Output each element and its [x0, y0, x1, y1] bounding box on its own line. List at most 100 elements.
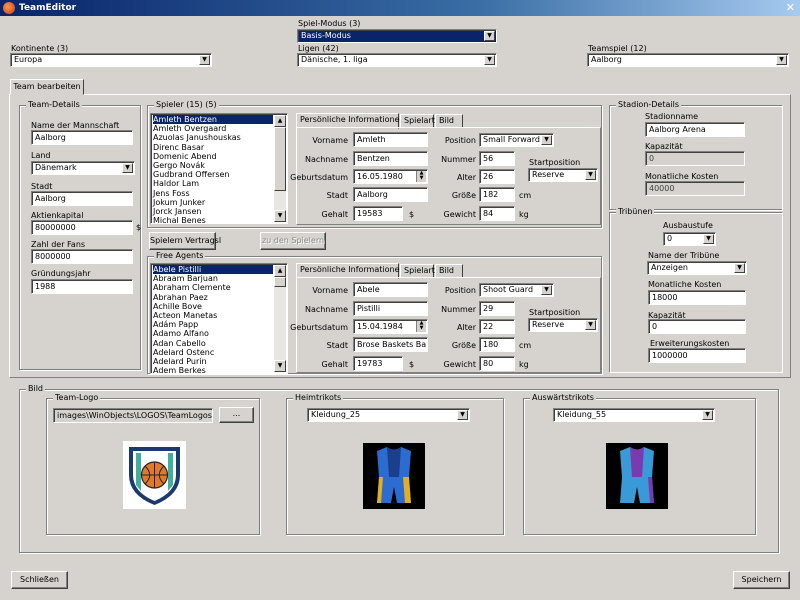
player-age-field[interactable]: 26 [479, 169, 515, 184]
city-field[interactable]: Aalborg [31, 191, 133, 206]
scroll-up-icon[interactable]: ▲ [274, 115, 286, 127]
list-item[interactable]: Adamo Alfano [153, 329, 273, 338]
player-city-field[interactable]: Aalborg [353, 187, 428, 202]
list-item[interactable]: Jorck Jansen [153, 207, 273, 216]
players-title: Spieler (15) (5) [154, 100, 219, 109]
agent-position-select[interactable]: Shoot Guard ▼ [479, 283, 554, 297]
window-titlebar[interactable]: TeamEditor [0, 0, 800, 16]
browse-logo-button[interactable]: ... [219, 407, 254, 423]
scroll-up-icon[interactable]: ▲ [274, 265, 286, 277]
release-player-button[interactable]: Spielern Vertragsl [149, 232, 221, 250]
tab-play-style[interactable]: Spielart [400, 264, 435, 278]
list-item[interactable]: Gergo Novák [153, 161, 273, 170]
tab-picture[interactable]: Bild [435, 264, 463, 278]
player-number-field[interactable]: 56 [479, 151, 515, 166]
list-item[interactable]: Abraam Barjuan [153, 274, 273, 283]
country-select[interactable]: Dänemark ▼ [31, 161, 135, 175]
agent-firstname-field[interactable]: Abele [353, 282, 428, 297]
list-item[interactable]: Michal Benes [153, 216, 273, 223]
players-list[interactable]: Amleth Bentzen Amleth Overgaard Azuolas Ja… [150, 113, 288, 224]
to-players-button[interactable]: zu den Spielern [260, 232, 326, 250]
agent-weight-field[interactable]: 80 [479, 356, 515, 371]
agent-startpos-select[interactable]: Reserve ▼ [528, 318, 598, 332]
list-item[interactable]: Adám Papp [153, 320, 273, 329]
agent-age-field[interactable]: 22 [479, 319, 515, 334]
agent-lastname-field[interactable]: Pistilli [353, 301, 428, 316]
fans-field[interactable]: 8000000 [31, 249, 133, 264]
list-item[interactable]: Abele Pistilli [153, 265, 273, 275]
date-spinner-icon[interactable]: ▲ ▼ [416, 321, 426, 332]
players-scrollbar[interactable]: ▲ ▼ [274, 115, 286, 222]
close-button[interactable]: Schließen [11, 571, 68, 589]
list-item[interactable]: Adelard Purin [153, 357, 273, 366]
jersey-icon [377, 447, 411, 503]
team-logo [123, 441, 186, 509]
players-list-items: Amleth Bentzen Amleth Overgaard Azuolas Ja… [153, 115, 273, 223]
list-item[interactable]: Adan Cabello [153, 339, 273, 348]
chevron-down-icon: ▼ [484, 31, 495, 41]
tab-team-bearbeiten[interactable]: Team bearbeiten [10, 79, 84, 95]
player-startpos-label: Startposition [529, 158, 581, 167]
player-position-select[interactable]: Small Forward ▼ [479, 133, 554, 147]
stand-name-select[interactable]: Anzeigen ▼ [647, 261, 747, 275]
player-weight-field[interactable]: 84 [479, 206, 515, 221]
free-agents-list[interactable]: Abele Pistilli Abraam Barjuan Abraham Clem… [150, 263, 288, 374]
leagues-select[interactable]: Dänische, 1. liga ▼ [297, 53, 497, 67]
scroll-thumb[interactable] [274, 127, 286, 191]
list-item[interactable]: Abrahan Paez [153, 293, 273, 302]
chevron-down-icon: ▼ [541, 285, 552, 295]
player-salary-label: Gehalt [321, 210, 348, 219]
list-item[interactable]: Amleth Bentzen [153, 115, 273, 125]
agent-salary-field[interactable]: 19783 [353, 356, 403, 371]
stand-capacity-field[interactable]: 0 [648, 319, 746, 334]
continents-select[interactable]: Europa ▼ [10, 53, 212, 67]
team-name-field[interactable]: Aalborg [31, 130, 133, 145]
date-spinner-icon[interactable]: ▲ ▼ [416, 171, 426, 182]
player-lastname-field[interactable]: Bentzen [353, 151, 428, 166]
stand-expansion-field[interactable]: 1000000 [648, 348, 746, 363]
founded-field[interactable]: 1988 [31, 279, 133, 294]
player-birthdate-field[interactable]: 16.05.1980 ▲ ▼ [353, 169, 428, 184]
away-jersey-select[interactable]: Kleidung_55 ▼ [553, 408, 715, 422]
player-startpos-select[interactable]: Reserve ▼ [528, 168, 598, 182]
list-item[interactable]: Acteon Manetas [153, 311, 273, 320]
list-item[interactable]: Direnc Basar [153, 143, 273, 152]
stadium-name-field[interactable]: Aalborg Arena [645, 122, 745, 137]
save-button[interactable]: Speichern [733, 571, 790, 589]
list-item[interactable]: Azuolas Janushouskas [153, 133, 273, 142]
game-mode-select[interactable]: Basis-Modus ▼ [297, 29, 497, 43]
list-item[interactable]: Jens Foss [153, 189, 273, 198]
stand-monthly-field[interactable]: 18000 [648, 290, 746, 305]
close-icon[interactable]: ✕ [786, 0, 795, 16]
list-item[interactable]: Adelard Ostenc [153, 348, 273, 357]
agent-birthdate-field[interactable]: 15.04.1984 ▲ ▼ [353, 319, 428, 334]
agent-number-field[interactable]: 29 [479, 301, 515, 316]
player-firstname-field[interactable]: Amleth [353, 132, 428, 147]
tab-picture[interactable]: Bild [435, 114, 463, 128]
free-agents-scrollbar[interactable]: ▲ ▼ [274, 265, 286, 372]
scroll-down-icon[interactable]: ▼ [274, 360, 286, 372]
agent-startpos-label: Startposition [529, 308, 581, 317]
list-item[interactable]: Amleth Overgaard [153, 124, 273, 133]
capital-field[interactable]: 80000000 [31, 220, 133, 235]
tab-play-style[interactable]: Spielart [400, 114, 435, 128]
agent-city-field[interactable]: Brose Baskets Bam [353, 337, 428, 352]
list-item[interactable]: Domenic Abend [153, 152, 273, 161]
player-salary-field[interactable]: 19583 [353, 206, 403, 221]
list-item[interactable]: Gudbrand Offersen [153, 170, 273, 179]
list-item[interactable]: Adem Berkes [153, 366, 273, 373]
list-item[interactable]: Abraham Clemente [153, 283, 273, 292]
founded-label: Gründungsjahr [31, 269, 91, 278]
scroll-thumb[interactable] [274, 277, 286, 287]
player-height-field[interactable]: 182 [479, 187, 515, 202]
stand-level-select[interactable]: 0 ▼ [663, 232, 716, 246]
list-item[interactable]: Haldor Lam [153, 179, 273, 188]
list-item[interactable]: Achille Bove [153, 302, 273, 311]
home-jersey-select[interactable]: Kleidung_25 ▼ [307, 408, 470, 422]
agent-height-field[interactable]: 180 [479, 337, 515, 352]
scroll-down-icon[interactable]: ▼ [274, 210, 286, 222]
weight-unit: kg [519, 210, 529, 219]
stand-level-label: Ausbaustufe [663, 221, 713, 230]
team-select[interactable]: Aalborg ▼ [587, 53, 789, 67]
list-item[interactable]: Jokum Junker [153, 198, 273, 207]
